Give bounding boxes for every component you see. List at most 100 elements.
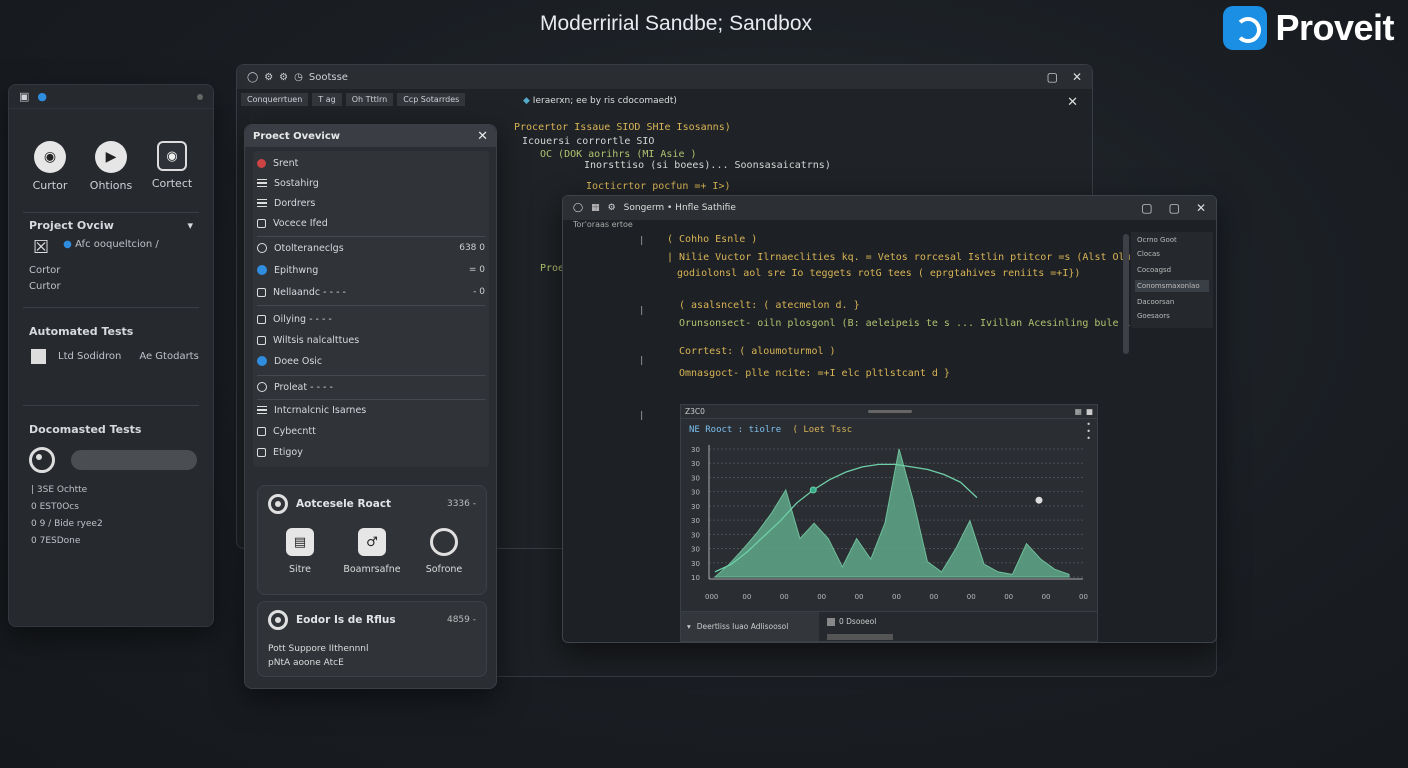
editor-code-line: Omnasgoct- plle ncite: =+I elc pltlstcan… [679, 368, 950, 379]
card-editor: Eodor Is de Rflus 4859 - Pott Suppore II… [257, 601, 487, 677]
footer-progress [827, 634, 893, 640]
card-header[interactable]: Aotcesele Roact 3336 - [258, 486, 486, 522]
close-icon[interactable]: ✕ [477, 129, 488, 144]
gutter-mark: | [639, 236, 645, 246]
close-icon[interactable]: ✕ [1072, 70, 1082, 84]
scrollbar[interactable] [1123, 234, 1129, 354]
sidebar-item[interactable]: Ocrno Goot [1135, 234, 1209, 246]
main-window-titlebar: ◯ ⚙ ⚙ ◷ Sootsse ▢ ✕ [237, 65, 1092, 89]
list-item[interactable]: Epithwng = 0 [257, 260, 485, 280]
list-item[interactable]: Otolteraneclgs 638 0 [257, 238, 485, 258]
footer-left[interactable]: ▾ Deertliss Iuao Adlisoosol [681, 612, 819, 641]
sidebar-item[interactable]: Cocoagsd [1135, 264, 1209, 276]
list-item[interactable]: Oilying - - - - [257, 309, 485, 329]
card-line: pNtA aoone AtcE [268, 658, 344, 668]
editor-window: ◯ ▦ ⚙ Songerm • Hnfle Sathifie ▢ ▢ ✕ Tor… [562, 195, 1217, 643]
list-item[interactable]: Dordrers [257, 193, 485, 213]
camera-icon: ◉ [34, 141, 66, 173]
list-item[interactable]: Etigoy [257, 442, 485, 462]
chevron-down-icon[interactable]: ▾ [187, 219, 193, 232]
sidebar-item[interactable]: Dacoorsan [1135, 296, 1209, 308]
settings-icon[interactable]: ⚙ [264, 72, 273, 83]
card-automated-react: Aotcesele Roact 3336 - ▤ Sitre ♂ Boamrsafn… [257, 485, 487, 595]
list-item-label: Epithwng [274, 264, 319, 276]
search-icon[interactable]: ◯ [573, 203, 583, 213]
brand: Proveit [1223, 6, 1394, 50]
list-item[interactable]: Cybecntt [257, 421, 485, 441]
back-icon[interactable]: ◯ [247, 72, 258, 83]
automated-test-item-2: Ae Gtodarts [139, 351, 199, 362]
tab-1[interactable]: Conquerrtuen [241, 93, 309, 106]
list-item-label: Dordrers [274, 197, 316, 209]
divider [257, 236, 485, 237]
record-icon [268, 494, 288, 514]
list-item[interactable]: Intcrnalcnic Isarnes [257, 400, 485, 420]
x-tick-label: 00 [742, 593, 751, 601]
y-tick-label: 30 [691, 517, 700, 525]
record-icon[interactable] [29, 447, 55, 473]
close-icon[interactable]: ✕ [1196, 201, 1206, 215]
list-item-value: - 0 [473, 287, 485, 297]
window-title: Sootsse [308, 71, 348, 83]
progress-track [71, 450, 197, 470]
automated-tests-row[interactable]: Ltd Sodidron Ae Gtodarts [31, 349, 199, 364]
list-item[interactable]: Doee Osic [257, 351, 485, 371]
list-item-label: Cybecntt [273, 425, 316, 437]
footer-right[interactable]: 0 Dsooeol [827, 617, 876, 626]
sidebar-item[interactable]: Conomsmaxonlao [1135, 280, 1209, 292]
maximize-icon[interactable]: ▢ [1169, 201, 1180, 215]
list-item-label: Wiltsis nalcalttues [273, 334, 360, 346]
square-icon [257, 426, 266, 436]
list-item-label: Nellaandc - - - - [273, 286, 346, 298]
project-overview-row: ☒ ● Afc ooqueltcion / [33, 237, 159, 258]
tab-3[interactable]: Oh Tttlrn [345, 93, 394, 106]
checkbox[interactable] [31, 349, 46, 364]
sidebar-item[interactable]: Clocas [1135, 248, 1209, 260]
list-item[interactable]: Nellaandc - - - - - 0 [257, 282, 485, 302]
clock-icon[interactable]: ◷ [294, 72, 303, 83]
list-item[interactable]: Proleat - - - - [257, 377, 485, 397]
docomasted-tests-title: Docomasted Tests [29, 423, 142, 436]
tab-4[interactable]: Ccp Sotarrdes [397, 93, 466, 106]
card-tool-3[interactable]: Sofrone [412, 528, 476, 575]
list-item[interactable]: Vocece Ifed [257, 213, 485, 233]
overview-title: Proect Ovevicw [253, 130, 341, 142]
project-overview-header[interactable]: Project Ovciw ▾ [9, 219, 213, 232]
tab-2[interactable]: T ag [312, 93, 342, 106]
tool-contact[interactable]: ◉ Cortect [143, 141, 201, 192]
list-item[interactable]: Srent [257, 153, 485, 173]
list-item[interactable]: Sostahirg [257, 173, 485, 193]
y-tick-label: 30 [691, 474, 700, 482]
editor-code-line: Corrtest: ( aloumoturmol ) [679, 346, 836, 357]
tool-cursor[interactable]: ◉ Curtor [21, 141, 79, 192]
gear-icon[interactable]: ⚙ [279, 72, 288, 83]
menu-dot-icon[interactable] [197, 93, 203, 100]
tabs-icon[interactable]: ▦ [591, 203, 600, 213]
minimize-icon[interactable]: ▢ [1141, 201, 1152, 215]
checkbox[interactable] [827, 617, 835, 626]
card-title: Aotcesele Roact [296, 498, 392, 510]
stop-icon [257, 158, 266, 168]
overview-list: Srent Sostahirg Dordrers Vocece Ifed Oto… [253, 151, 489, 467]
code-line-1: Procertor Issaue SIOD SHIe Isosanns) [514, 122, 731, 133]
overview-item-text: ● Afc ooqueltcion / [63, 239, 159, 258]
square-icon [257, 314, 266, 324]
square-icon [257, 218, 266, 228]
y-tick-label: 30 [691, 460, 700, 468]
divider [23, 307, 199, 308]
x-tick-label: 00 [1004, 593, 1013, 601]
settings-icon[interactable]: ⚙ [608, 203, 616, 213]
maximize-icon[interactable]: ▢ [1047, 70, 1058, 84]
card-tool-1[interactable]: ▤ Sitre [268, 528, 332, 575]
card-tool-2[interactable]: ♂ Boamrsafne [340, 528, 404, 575]
circle-icon [257, 382, 267, 392]
list-item[interactable]: Wiltsis nalcalttues [257, 330, 485, 350]
card-title: Eodor Is de Rflus [296, 614, 396, 626]
card-header[interactable]: Eodor Is de Rflus 4859 - [258, 602, 486, 638]
play-icon: ▶ [95, 141, 127, 173]
brand-name: Proveit [1275, 7, 1394, 48]
sidebar-item[interactable]: Goesaors [1135, 310, 1209, 322]
editor-subheader: Tor'oraas ertoe [573, 220, 633, 229]
tool-options[interactable]: ▶ Ohtions [82, 141, 140, 192]
section-title: Project Ovciw [29, 219, 114, 232]
